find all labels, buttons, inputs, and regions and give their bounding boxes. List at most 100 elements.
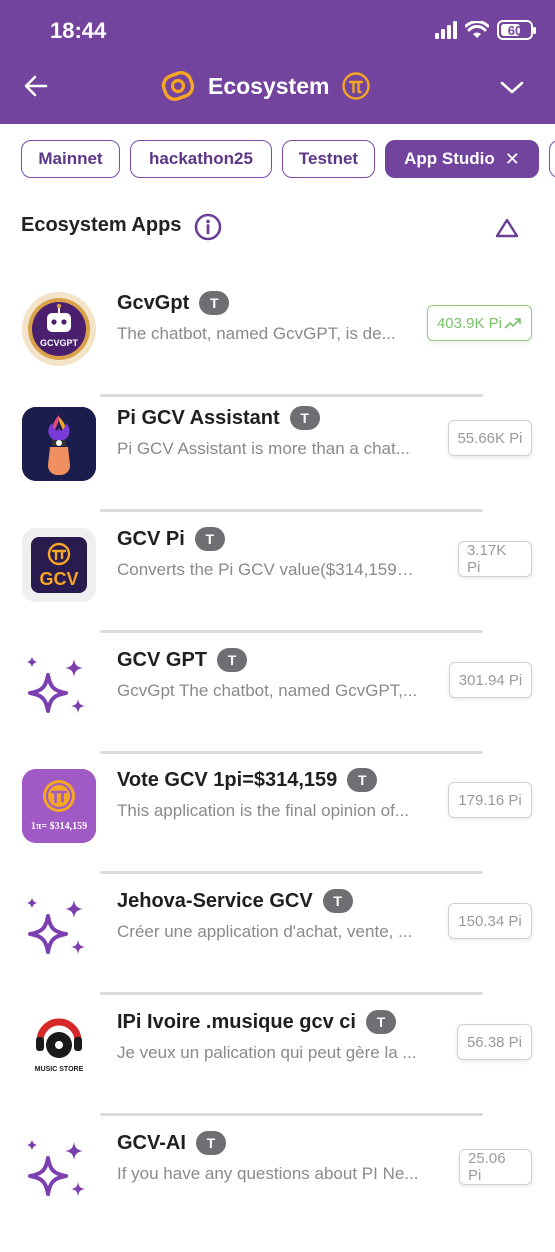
- logo-text: MUSIC STORE: [35, 1066, 84, 1073]
- pi-gcv-icon: GCV: [22, 528, 96, 602]
- row-divider: [100, 509, 483, 512]
- app-name: GCV Pi T: [117, 527, 225, 551]
- app-name: GCV-AI T: [117, 1131, 226, 1155]
- app-name: GCV GPT T: [117, 648, 248, 672]
- testnet-badge: T: [289, 406, 320, 430]
- app-name: Vote GCV 1pi=$314,159 T: [117, 768, 378, 792]
- cellular-signal-icon: [435, 21, 457, 39]
- section-title: Ecosystem Apps: [21, 214, 182, 236]
- chip-label: Testnet: [298, 149, 359, 168]
- app-name-text: Vote GCV 1pi=$314,159: [117, 768, 338, 791]
- vote-gcv-icon: 1π= $314,159: [22, 769, 96, 843]
- chip-label: App Studio: [404, 149, 495, 168]
- app-name: IPi Ivoire .musique gcv ci T: [117, 1010, 396, 1034]
- price-badge: 25.06 Pi: [459, 1149, 532, 1185]
- app-row[interactable]: Jehova-Service GCV T Créer une applicati…: [0, 889, 555, 1010]
- app-row[interactable]: GCV GPT T GcvGpt The chatbot, named GcvG…: [0, 648, 555, 769]
- app-row[interactable]: GCVGPT GcvGpt T The chatbot, named GcvGP…: [0, 291, 555, 412]
- gcvgpt-logo-icon: GCVGPT: [22, 292, 96, 366]
- price-badge: 3.17K Pi: [458, 541, 532, 577]
- price-badge: 301.94 Pi: [449, 662, 532, 698]
- app-description: Créer une application d'achat, vente, ..…: [117, 922, 413, 941]
- app-description: The chatbot, named GcvGPT, is de...: [117, 324, 396, 343]
- wifi-icon: [465, 21, 489, 38]
- chevron-down-icon[interactable]: [499, 76, 525, 98]
- torch-icon: [22, 407, 96, 481]
- price-badge: 56.38 Pi: [457, 1024, 532, 1060]
- app-name: GcvGpt T: [117, 291, 230, 315]
- filter-chips: Mainnet hackathon25 Testnet App Studio ✕: [0, 138, 555, 184]
- page-title: Ecosystem: [208, 72, 330, 99]
- ecosystem-planet-icon: [161, 71, 195, 101]
- chip-label: hackathon25: [149, 149, 253, 168]
- price-value: 301.94 Pi: [458, 671, 523, 689]
- app-name-text: Jehova-Service GCV: [117, 889, 313, 912]
- logo-text: GCV: [39, 569, 78, 589]
- row-divider: [100, 394, 483, 397]
- app-row[interactable]: GCV GCV Pi T Converts the Pi GCV value($…: [0, 527, 555, 648]
- price-badge: 403.9K Pi: [427, 305, 532, 341]
- back-arrow-icon[interactable]: [22, 72, 50, 100]
- app-description: Converts the Pi GCV value($314,159) ...: [117, 560, 419, 579]
- sparkles-icon: [22, 890, 96, 964]
- pi-coin-icon: [342, 72, 371, 100]
- sparkles-icon: [22, 1132, 96, 1206]
- price-value: 56.38 Pi: [466, 1033, 523, 1051]
- app-row[interactable]: GCV-AI T If you have any questions about…: [0, 1131, 555, 1252]
- app-description: If you have any questions about PI Ne...: [117, 1164, 419, 1183]
- price-value: 55.66K Pi: [457, 429, 523, 447]
- sparkles-icon: [22, 649, 96, 723]
- testnet-badge: T: [347, 768, 378, 792]
- chip-app-studio[interactable]: App Studio ✕: [385, 140, 539, 178]
- logo-text: 1π= $314,159: [31, 821, 87, 832]
- info-icon[interactable]: [194, 213, 222, 241]
- testnet-badge: T: [199, 291, 230, 315]
- app-name: Pi GCV Assistant T: [117, 406, 320, 430]
- testnet-badge: T: [322, 889, 353, 913]
- app-name-text: GcvGpt: [117, 291, 190, 314]
- row-divider: [100, 751, 483, 754]
- app-row[interactable]: Pi GCV Assistant T Pi GCV Assistant is m…: [0, 406, 555, 527]
- app-name-text: GCV Pi: [117, 527, 185, 550]
- chip-more[interactable]: [549, 140, 555, 178]
- price-value: 3.17K Pi: [467, 542, 507, 576]
- collapse-triangle-icon[interactable]: [494, 216, 520, 240]
- price-badge: 150.34 Pi: [448, 903, 532, 939]
- app-description: Pi GCV Assistant is more than a chat...: [117, 439, 410, 458]
- chip-testnet[interactable]: Testnet: [282, 140, 375, 178]
- row-divider: [100, 630, 483, 633]
- testnet-badge: T: [195, 1131, 226, 1155]
- price-value: 179.16 Pi: [458, 791, 522, 809]
- status-icons: 60: [435, 20, 536, 40]
- trending-up-icon: [504, 318, 521, 329]
- price-value: 25.06 Pi: [468, 1150, 506, 1184]
- close-icon[interactable]: ✕: [505, 149, 520, 170]
- status-time: 18:44: [50, 18, 107, 43]
- music-store-icon: MUSIC STORE: [22, 1011, 96, 1085]
- app-name: Jehova-Service GCV T: [117, 889, 353, 913]
- app-row[interactable]: 1π= $314,159 Vote GCV 1pi=$314,159 T Thi…: [0, 768, 555, 889]
- battery-icon: 60: [497, 20, 536, 40]
- chip-label: Mainnet: [38, 149, 103, 168]
- header-title-group[interactable]: Ecosystem: [160, 68, 371, 104]
- chip-mainnet[interactable]: Mainnet: [21, 140, 120, 178]
- app-name-text: GCV-AI: [117, 1131, 186, 1154]
- app-description: This application is the final opinion of…: [117, 801, 410, 820]
- row-divider: [100, 1113, 483, 1116]
- app-name-text: IPi Ivoire .musique gcv ci: [117, 1010, 356, 1033]
- app-name-text: GCV GPT: [117, 648, 208, 671]
- app-row[interactable]: MUSIC STORE IPi Ivoire .musique gcv ci T…: [0, 1010, 555, 1131]
- testnet-badge: T: [365, 1010, 396, 1034]
- price-value: 403.9K Pi: [436, 314, 503, 332]
- header-bar: 18:44 60 Ecosystem: [0, 0, 555, 124]
- app-name-text: Pi GCV Assistant: [117, 406, 280, 429]
- chip-hackathon25[interactable]: hackathon25: [130, 140, 272, 178]
- testnet-badge: T: [194, 527, 225, 551]
- price-badge: 55.66K Pi: [448, 420, 532, 456]
- logo-text: GCVGPT: [40, 338, 79, 348]
- app-description: GcvGpt The chatbot, named GcvGPT,...: [117, 681, 418, 700]
- row-divider: [100, 992, 483, 995]
- testnet-badge: T: [217, 648, 248, 672]
- price-value: 150.34 Pi: [458, 912, 522, 930]
- battery-level: 60: [507, 22, 523, 38]
